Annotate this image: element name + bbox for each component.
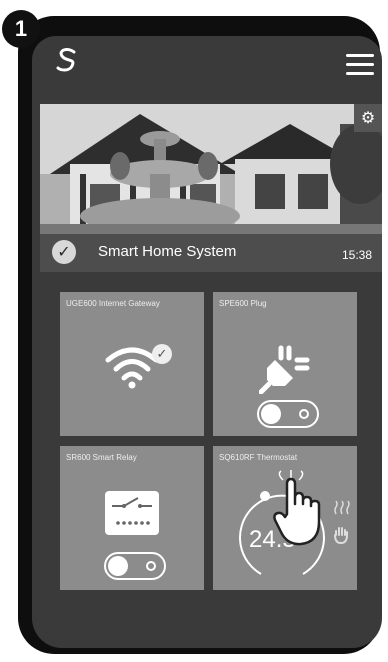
gear-icon[interactable]: ⚙ (354, 104, 382, 132)
system-name: Smart Home System (98, 243, 237, 260)
connected-check-icon: ✓ (152, 344, 172, 364)
relay-power-toggle[interactable] (104, 552, 166, 580)
tile-smart-plug[interactable]: SPE600 Plug (213, 292, 357, 436)
tile-internet-gateway[interactable]: UGE600 Internet Gateway ✓ (60, 292, 204, 436)
home-system-card[interactable]: ⚙ ✓ Smart Home System 15:38 (40, 104, 382, 272)
relay-switch-icon (105, 491, 159, 535)
step-number-badge: 1 (2, 10, 40, 48)
app-screen: ⚙ ✓ Smart Home System 15:38 UGE600 Inter… (32, 36, 382, 648)
checkmark-icon: ✓ (52, 240, 76, 264)
tap-hand-icon (273, 470, 321, 546)
current-time: 15:38 (341, 248, 372, 262)
top-bar (32, 36, 382, 94)
plug-icon (259, 345, 310, 394)
hamburger-menu-icon[interactable] (346, 54, 374, 76)
tile-label: SQ610RF Thermostat (219, 453, 298, 462)
tile-label: SR600 Smart Relay (66, 453, 137, 462)
tile-label: SPE600 Plug (219, 299, 267, 308)
tile-smart-relay[interactable]: SR600 Smart Relay (60, 446, 204, 590)
plug-power-toggle[interactable] (257, 400, 319, 428)
tile-thermostat[interactable]: SQ610RF Thermostat 24.5° (213, 446, 357, 590)
tile-label: UGE600 Internet Gateway (66, 299, 160, 308)
manual-mode-hand-icon (334, 527, 348, 544)
s-logo-icon (54, 46, 80, 81)
heating-waves-icon (334, 500, 350, 515)
